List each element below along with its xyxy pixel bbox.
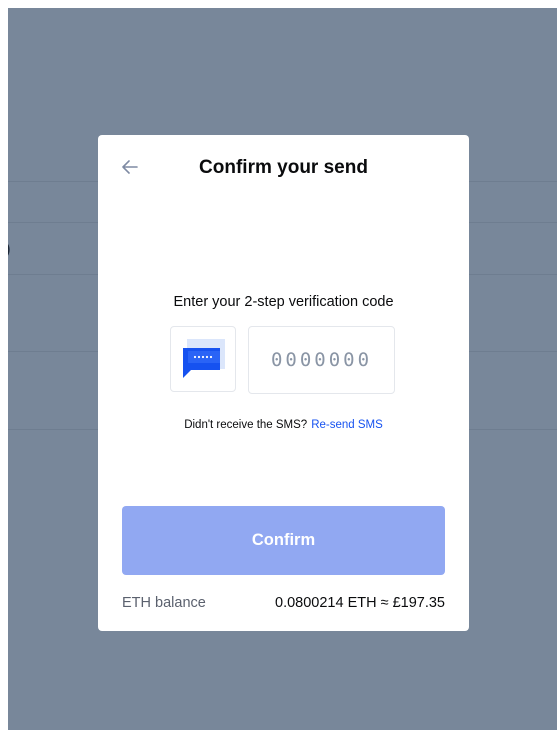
balance-value: 0.0800214 ETH ≈ £197.35: [275, 595, 445, 611]
modal-title: Confirm your send: [199, 157, 368, 178]
verification-code-input[interactable]: [248, 326, 395, 394]
resend-sms-link[interactable]: Re-send SMS: [311, 419, 383, 431]
sms-icon-container: [170, 326, 236, 392]
balance-label: ETH balance: [122, 595, 206, 611]
confirm-button[interactable]: Confirm: [122, 506, 445, 575]
background-text-fragment: ): [8, 239, 11, 259]
resend-prompt-text: Didn't receive the SMS?: [184, 419, 308, 431]
sms-message-icon: [183, 339, 225, 378]
resend-row: Didn't receive the SMS? Re-send SMS: [98, 419, 469, 431]
confirm-send-modal: Confirm your send Enter your 2-step veri…: [98, 135, 469, 631]
verification-prompt: Enter your 2-step verification code: [173, 294, 394, 310]
